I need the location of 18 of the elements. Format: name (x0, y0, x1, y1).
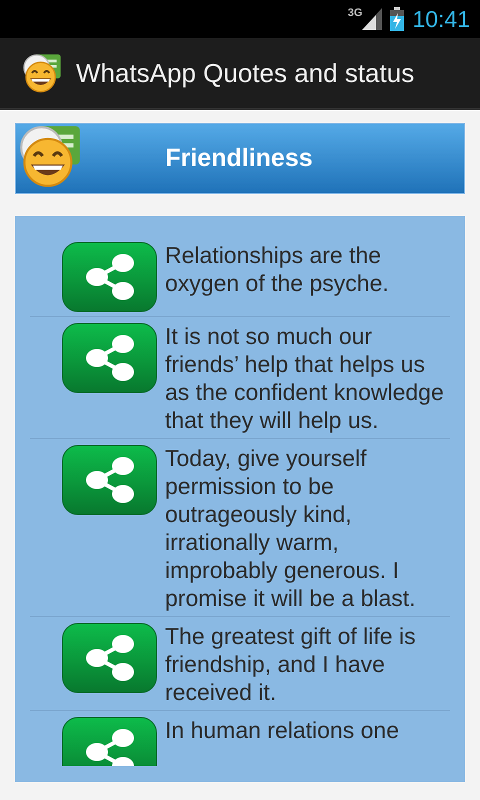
signal-icon (362, 8, 382, 30)
share-button[interactable] (62, 717, 157, 766)
clock-time: 10:41 (412, 6, 470, 32)
quote-text: In human relations one (165, 716, 400, 745)
chat-smiley-icon (22, 53, 62, 93)
quote-text: Relationships are the oxygen of the psyche. (165, 241, 390, 298)
quote-text: Today, give yourself permission to be outrageously kind, irrationally warm, improbably generous. I promise it will be a blast. (165, 444, 417, 612)
category-title: Friendliness (164, 144, 314, 173)
quote-text: It is not so much our friends’ help that helps us as the confident knowledge that they will help us. (165, 322, 445, 434)
chat-smiley-icon (18, 124, 82, 188)
quote-text: The greatest gift of life is friendship, and I have received it. (165, 622, 417, 706)
share-button[interactable] (62, 445, 157, 515)
share-button[interactable] (62, 623, 157, 693)
share-button[interactable] (62, 323, 157, 393)
battery-charging-icon (390, 7, 404, 31)
app-title: WhatsApp Quotes and status (76, 58, 414, 88)
network-type: 3G (348, 7, 362, 19)
share-button[interactable] (62, 242, 157, 312)
